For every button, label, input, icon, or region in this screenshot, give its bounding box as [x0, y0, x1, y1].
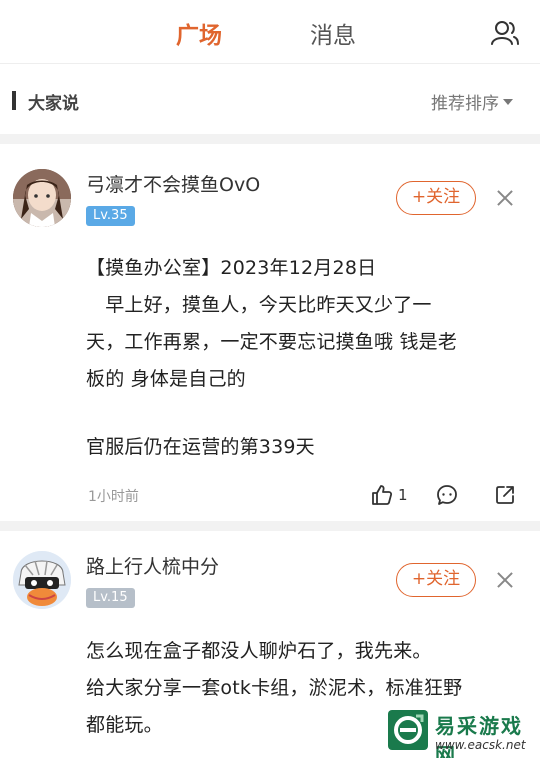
top-bar: 广场 消息	[0, 0, 540, 64]
share-button[interactable]	[493, 480, 517, 510]
follow-button[interactable]: +关注	[396, 563, 476, 597]
post-text-line: 板的 身体是自己的	[86, 368, 246, 390]
like-count: 1	[398, 486, 408, 504]
post-time: 1小时前	[88, 489, 139, 505]
level-badge: Lv.15	[86, 588, 135, 608]
thumbs-up-icon	[372, 485, 393, 505]
level-badge: Lv.35	[86, 206, 135, 226]
caret-down-icon	[503, 98, 513, 105]
avatar-image	[13, 551, 71, 609]
user-profile-icon[interactable]	[490, 18, 520, 48]
like-button[interactable]: 1	[370, 480, 408, 510]
watermark-url: www.eacsk.net	[435, 738, 526, 752]
post-text-line: 天，工作再累，一定不要忘记摸鱼哦 钱是老	[86, 331, 458, 353]
post-text-line: 怎么现在盒子都没人聊炉石了，我先来。	[86, 640, 432, 662]
comment-icon	[437, 485, 457, 505]
username[interactable]: 弓凛才不会摸鱼OvO	[86, 170, 260, 197]
post-text-line: 官服后仍在运营的第339天	[86, 436, 315, 458]
sort-label: 推荐排序	[431, 94, 499, 114]
avatar[interactable]	[13, 551, 71, 609]
tab-messages[interactable]: 消息	[310, 16, 356, 50]
close-icon[interactable]	[493, 568, 517, 592]
section-marker	[12, 91, 16, 110]
avatar[interactable]	[13, 169, 71, 227]
comment-button[interactable]	[435, 480, 459, 510]
section-title: 大家说	[28, 94, 79, 114]
divider	[0, 134, 540, 144]
watermark-logo-icon	[388, 710, 428, 750]
post-text-line: 早上好，摸鱼人，今天比昨天又少了一	[86, 294, 432, 316]
sort-dropdown[interactable]: 推荐排序	[431, 89, 513, 114]
username[interactable]: 路上行人梳中分	[86, 552, 219, 579]
share-icon	[496, 486, 514, 504]
close-icon[interactable]	[493, 186, 517, 210]
divider	[0, 521, 540, 531]
follow-button[interactable]: +关注	[396, 181, 476, 215]
watermark: 易采游戏网 www.eacsk.net	[385, 702, 540, 758]
post-text-line: 给大家分享一套otk卡组，淤泥术，标准狂野	[86, 677, 463, 699]
post-text-line: 【摸鱼办公室】2023年12月28日	[86, 257, 377, 279]
post-text-line: 都能玩。	[86, 714, 163, 736]
tab-square[interactable]: 广场	[176, 16, 222, 50]
avatar-image	[13, 169, 71, 227]
